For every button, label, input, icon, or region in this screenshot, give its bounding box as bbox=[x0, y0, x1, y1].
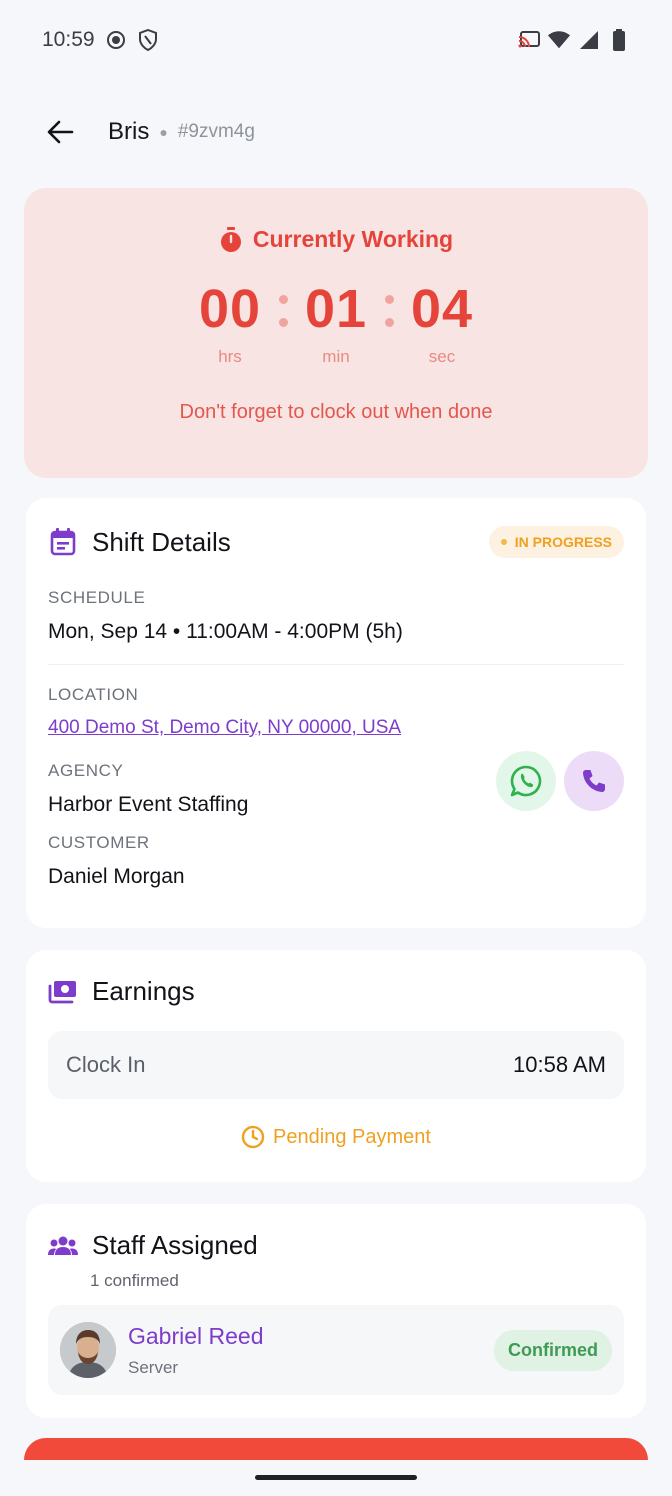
group-icon bbox=[48, 1231, 78, 1261]
timer-hours-label: hrs bbox=[218, 347, 242, 366]
clock-icon bbox=[241, 1125, 265, 1149]
timer-hours: 00 hrs bbox=[185, 281, 275, 367]
working-status: Currently Working bbox=[219, 226, 453, 253]
status-badge: IN PROGRESS bbox=[488, 526, 624, 558]
timer-seconds-value: 04 bbox=[410, 279, 474, 339]
customer-label: CUSTOMER bbox=[48, 833, 150, 852]
status-badge-label: IN PROGRESS bbox=[514, 534, 612, 550]
cast-icon bbox=[518, 29, 540, 51]
agency-label: AGENCY bbox=[48, 761, 124, 780]
status-time: 10:59 bbox=[42, 28, 95, 51]
money-icon bbox=[48, 977, 78, 1007]
shift-details-header: Shift Details IN PROGRESS bbox=[48, 526, 624, 558]
customer-section: CUSTOMER Daniel Morgan bbox=[48, 833, 624, 889]
whatsapp-button[interactable] bbox=[496, 751, 556, 811]
clock-in-label: Clock In bbox=[66, 1052, 146, 1077]
shift-details-title: Shift Details bbox=[92, 526, 231, 557]
customer-value: Daniel Morgan bbox=[48, 865, 185, 888]
signal-icon bbox=[578, 29, 600, 51]
schedule-section: SCHEDULE Mon, Sep 14 • 11:00AM - 4:00PM … bbox=[48, 588, 624, 665]
timer-separator bbox=[381, 281, 397, 337]
location-link[interactable]: 400 Demo St, Demo City, NY 00000, USA bbox=[48, 717, 401, 739]
header-separator: ● bbox=[159, 124, 168, 140]
staff-title: Staff Assigned bbox=[92, 1230, 258, 1260]
back-button[interactable] bbox=[40, 112, 80, 152]
stopwatch-icon bbox=[220, 226, 241, 252]
agency-section: AGENCY Harbor Event Staffing bbox=[48, 751, 624, 817]
agency-value: Harbor Event Staffing bbox=[48, 793, 249, 816]
timer-seconds-label: sec bbox=[428, 347, 456, 366]
avatar bbox=[60, 1322, 116, 1378]
staff-header: Staff Assigned bbox=[48, 1230, 624, 1261]
phone-icon bbox=[583, 770, 605, 792]
status-bar: 10:59 bbox=[0, 0, 672, 80]
status-right bbox=[518, 29, 630, 51]
battery-icon bbox=[608, 29, 630, 51]
timer-seconds: 04 sec bbox=[397, 281, 487, 367]
contact-buttons bbox=[496, 751, 624, 811]
payment-status: Pending Payment bbox=[48, 1125, 624, 1149]
gesture-handle[interactable] bbox=[255, 1475, 417, 1480]
earnings-title: Earnings bbox=[92, 976, 195, 1006]
wifi-icon bbox=[548, 29, 570, 51]
shift-details-card: Shift Details IN PROGRESS SCHEDULE Mon, … bbox=[26, 498, 646, 928]
timer: 00 hrs 01 min 04 sec bbox=[185, 281, 487, 367]
staff-name[interactable]: Gabriel Reed bbox=[128, 1323, 264, 1350]
timer-minutes-value: 01 bbox=[304, 279, 368, 339]
record-icon bbox=[105, 29, 127, 51]
earnings-header: Earnings bbox=[48, 976, 624, 1007]
whatsapp-icon bbox=[510, 765, 542, 797]
staff-role: Server bbox=[128, 1357, 179, 1377]
payment-status-label: Pending Payment bbox=[273, 1125, 431, 1148]
location-section: LOCATION 400 Demo St, Demo City, NY 0000… bbox=[48, 685, 624, 739]
page-title: Bris bbox=[108, 118, 150, 145]
staff-member-row[interactable]: Gabriel Reed Server Confirmed bbox=[48, 1305, 624, 1395]
staff-status-badge: Confirmed bbox=[494, 1329, 612, 1371]
shield-icon bbox=[137, 29, 159, 51]
shift-id: #9zvm4g bbox=[177, 121, 255, 142]
clock-in-row: Clock In 10:58 AM bbox=[48, 1031, 624, 1099]
status-left: 10:59 bbox=[42, 28, 159, 52]
clock-out-reminder: Don't forget to clock out when done bbox=[179, 401, 493, 423]
clock-in-value: 10:58 AM bbox=[513, 1052, 606, 1077]
timer-minutes-label: min bbox=[322, 347, 350, 366]
staff-assigned-card: Staff Assigned 1 confirmed Gabriel Reed … bbox=[26, 1204, 646, 1418]
working-timer-card: Currently Working 00 hrs 01 min 04 sec D… bbox=[24, 188, 648, 478]
timer-hours-value: 00 bbox=[198, 279, 262, 339]
timer-separator bbox=[275, 281, 291, 337]
timer-minutes: 01 min bbox=[291, 281, 381, 367]
arrow-left-icon bbox=[47, 120, 74, 144]
call-button[interactable] bbox=[564, 751, 624, 811]
staff-confirmed-count: 1 confirmed bbox=[90, 1271, 179, 1290]
working-status-label: Currently Working bbox=[252, 226, 454, 252]
earnings-card: Earnings Clock In 10:58 AM Pending Payme… bbox=[26, 950, 646, 1182]
location-label: LOCATION bbox=[48, 685, 139, 704]
calendar-icon bbox=[48, 527, 78, 557]
schedule-label: SCHEDULE bbox=[48, 588, 146, 607]
app-header: Bris ● #9zvm4g bbox=[0, 96, 672, 168]
schedule-value: Mon, Sep 14 • 11:00AM - 4:00PM (5h) bbox=[48, 620, 403, 643]
